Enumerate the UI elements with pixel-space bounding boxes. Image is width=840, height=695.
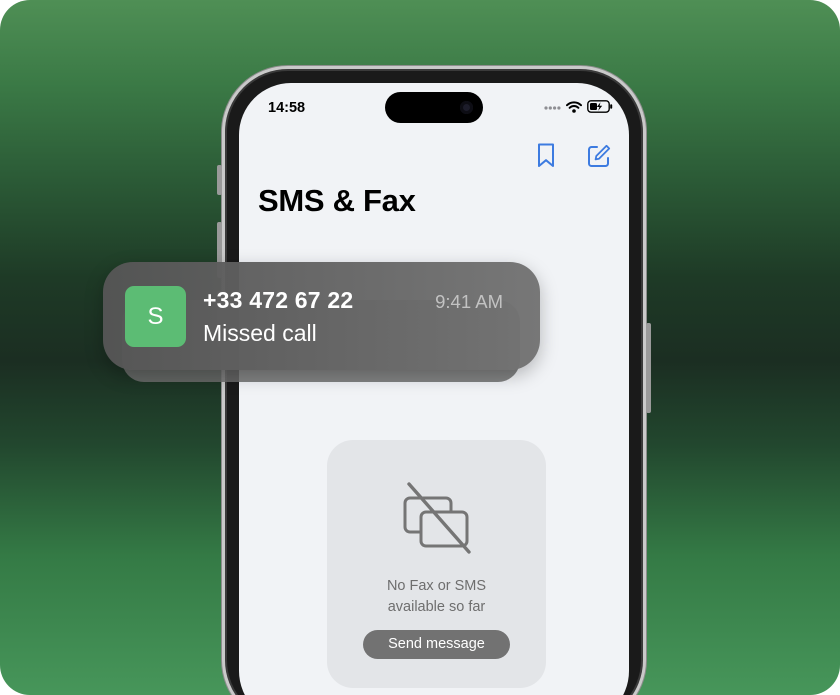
status-time: 14:58 (268, 100, 306, 116)
action-button (217, 165, 222, 195)
canvas: 14:58 SMS & Fax No Fax or SMS available … (0, 0, 840, 695)
header-actions (533, 143, 611, 168)
send-message-button[interactable]: Send message (363, 630, 510, 659)
missed-call-notification[interactable]: S +33 472 67 22 9:41 AM Missed call (103, 262, 540, 370)
power-button (646, 323, 651, 413)
page-title: SMS & Fax (258, 183, 416, 218)
bookmark-icon[interactable] (533, 143, 558, 168)
phone-screen: 14:58 SMS & Fax No Fax or SMS available … (239, 83, 629, 695)
status-icons (544, 100, 613, 118)
contact-avatar: S (125, 286, 186, 347)
notification-time: 9:41 AM (435, 291, 503, 312)
signal-icon (544, 100, 561, 118)
empty-state-card: No Fax or SMS available so far Send mess… (327, 440, 546, 688)
empty-state-line2: available so far (387, 599, 486, 615)
wifi-icon (566, 100, 582, 118)
no-messages-icon (397, 480, 479, 556)
camera-icon (460, 101, 473, 114)
battery-icon (587, 100, 613, 118)
empty-state-line1: No Fax or SMS (386, 578, 487, 594)
compose-icon[interactable] (586, 143, 611, 168)
notification-body: Missed call (203, 320, 317, 346)
dynamic-island (385, 92, 483, 123)
notification-title: +33 472 67 22 (203, 287, 354, 313)
